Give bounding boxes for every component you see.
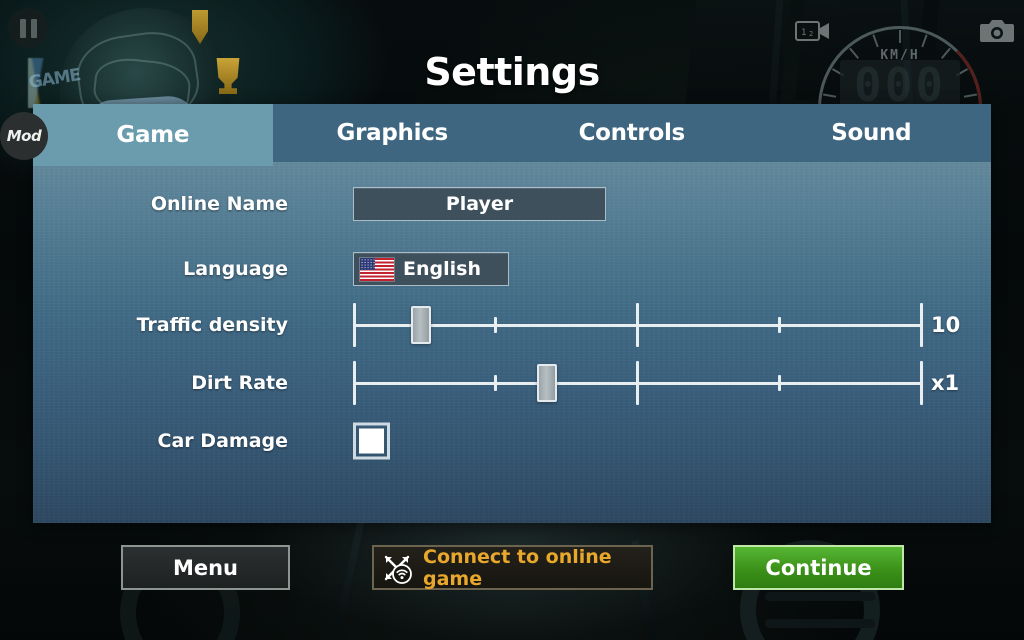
page-title: Settings	[424, 50, 600, 94]
slider-tick	[353, 361, 356, 405]
dirt-rate-label: Dirt Rate	[191, 372, 288, 394]
traffic-density-value: 10	[931, 313, 961, 337]
slider-handle[interactable]	[411, 306, 432, 344]
slider-tick	[636, 361, 639, 405]
slider-tick	[494, 375, 497, 391]
traffic-density-label: Traffic density	[136, 314, 288, 336]
slider-tick	[494, 317, 497, 333]
slider-tick	[778, 375, 781, 391]
language-selector[interactable]: English	[353, 252, 509, 286]
slider-tick	[920, 303, 923, 347]
continue-button[interactable]: Continue	[733, 545, 904, 590]
network-connect-icon	[380, 551, 414, 585]
tab-sound[interactable]: Sound	[751, 104, 991, 162]
setting-row-online-name: Online Name Player	[33, 166, 991, 242]
car-damage-checkbox[interactable]	[353, 422, 390, 460]
car-damage-label: Car Damage	[157, 430, 288, 452]
settings-panel: Game Graphics Controls Sound Online Name…	[33, 104, 991, 523]
settings-rows: Online Name Player Language English Traf…	[33, 166, 991, 470]
slider-tick	[920, 361, 923, 405]
checkbox-fill	[359, 428, 384, 454]
setting-row-dirt-rate: Dirt Rate x1	[33, 354, 991, 412]
video-camera-icon[interactable]: 1 2	[795, 18, 831, 44]
traffic-density-slider[interactable]	[353, 303, 923, 347]
slider-handle[interactable]	[536, 364, 557, 402]
svg-text:1: 1	[801, 28, 806, 38]
setting-row-traffic-density: Traffic density 10	[33, 296, 991, 354]
setting-row-car-damage: Car Damage	[33, 412, 991, 470]
dirt-rate-slider[interactable]	[353, 361, 923, 405]
photo-camera-icon[interactable]	[980, 16, 1014, 44]
tab-controls[interactable]: Controls	[512, 104, 752, 162]
online-name-label: Online Name	[150, 193, 288, 215]
pause-icon-bar	[30, 18, 37, 38]
pause-button[interactable]	[8, 8, 48, 48]
language-value: English	[403, 258, 481, 280]
dashboard-vent	[765, 619, 875, 628]
dirt-rate-value: x1	[931, 371, 960, 395]
settings-tabs: Game Graphics Controls Sound	[33, 104, 991, 166]
svg-text:2: 2	[809, 30, 813, 38]
connect-online-label: Connect to online game	[423, 545, 612, 590]
connect-online-button[interactable]: Connect to online game	[372, 545, 653, 590]
slider-tick	[636, 303, 639, 347]
dashboard-vent	[765, 592, 875, 601]
online-name-input[interactable]: Player	[353, 187, 606, 221]
language-label: Language	[183, 258, 288, 280]
tab-graphics[interactable]: Graphics	[272, 104, 512, 162]
tab-game[interactable]: Game	[33, 104, 273, 166]
mod-badge[interactable]: Mod	[0, 112, 48, 160]
flag-stars	[360, 257, 375, 270]
speedometer-tick	[899, 30, 901, 43]
slider-tick	[353, 303, 356, 347]
setting-row-language: Language English	[33, 242, 991, 296]
slider-tick	[778, 317, 781, 333]
us-flag-icon	[360, 257, 394, 281]
menu-button[interactable]: Menu	[121, 545, 290, 590]
pause-icon-bar	[19, 18, 26, 38]
